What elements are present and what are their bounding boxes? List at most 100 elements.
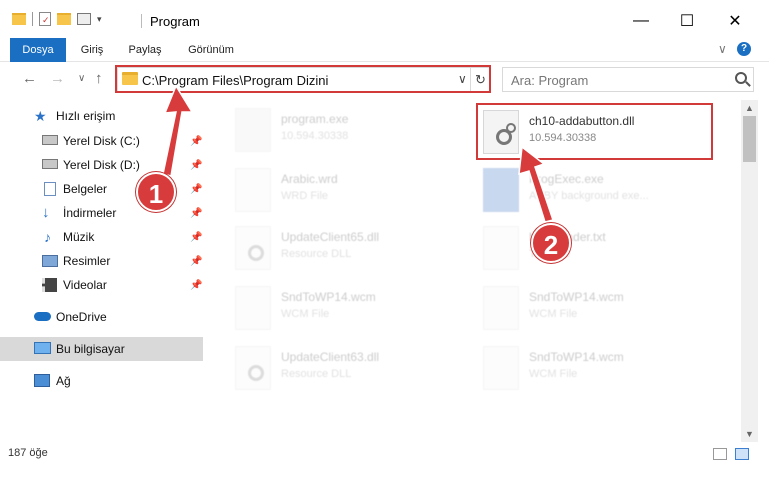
sidebar-item-label: Ağ (56, 374, 71, 388)
list-item[interactable]: SndToWP14.wcm WCM File (479, 280, 709, 336)
dll-file-icon (235, 226, 271, 270)
pin-icon[interactable]: 📌 (190, 232, 202, 243)
tab-share[interactable]: Paylaş (122, 38, 168, 62)
scroll-down-icon[interactable]: ▼ (741, 426, 758, 442)
file-detail: ABBY background exe... (529, 190, 649, 202)
search-input[interactable]: Ara: Program (502, 67, 754, 92)
list-item[interactable]: ProgExec.exe ABBY background exe... (479, 162, 709, 218)
forward-button[interactable]: → (50, 70, 65, 87)
dll-file-icon (235, 346, 271, 390)
sidebar-item-label: Hızlı erişim (56, 109, 116, 123)
sidebar-item-music[interactable]: ♪ Müzik 📌 (0, 225, 203, 249)
sidebar-item-onedrive[interactable]: OneDrive (0, 305, 203, 329)
ribbon-tabs: Dosya Giriş Paylaş Görünüm ∨ ? (0, 38, 769, 94)
sidebar-item-pictures[interactable]: Resimler 📌 (0, 249, 203, 273)
new-folder-icon[interactable] (57, 13, 71, 25)
file-name: UpdateClient65.dll (281, 230, 380, 244)
search-placeholder: Ara: Program (511, 73, 589, 88)
sidebar-item-local-disk-c[interactable]: Yerel Disk (C:) 📌 (0, 129, 203, 153)
computer-icon (34, 342, 51, 354)
exe-file-icon (235, 108, 271, 152)
quick-access-toolbar: ✓ ▾ (12, 12, 102, 26)
sidebar-item-quick-access[interactable]: ★ Hızlı erişim (0, 104, 203, 128)
drive-icon (42, 159, 58, 169)
window-title: Program (150, 14, 200, 29)
minimize-button[interactable]: — (618, 6, 664, 36)
gear-icon (248, 365, 264, 381)
list-item[interactable]: program.exe 10.594.30338 (231, 102, 461, 158)
file-name: SndToWP14.wcm (529, 290, 624, 304)
sidebar-item-videos[interactable]: Videolar 📌 (0, 273, 203, 297)
divider (141, 14, 142, 28)
file-name: SndToWP14.wcm (281, 290, 376, 304)
music-icon: ♪ (44, 229, 51, 245)
scroll-thumb[interactable] (743, 116, 756, 162)
download-icon: ↓ (42, 204, 50, 221)
file-detail: WRD File (281, 190, 329, 202)
sidebar-item-local-disk-d[interactable]: Yerel Disk (D:) 📌 (0, 153, 203, 177)
star-icon: ★ (34, 108, 47, 124)
sidebar-item-label: Müzik (63, 230, 95, 244)
pin-icon[interactable]: 📌 (190, 184, 202, 195)
sidebar-item-label: Resimler (63, 254, 111, 268)
sidebar-item-downloads[interactable]: ↓ İndirmeler 📌 (0, 201, 203, 225)
search-icon[interactable] (735, 72, 747, 84)
sidebar-item-label: Yerel Disk (D:) (63, 158, 140, 172)
list-item[interactable]: UpdateClient63.dll Resource DLL (231, 340, 461, 396)
file-detail: WCM File (281, 308, 330, 320)
up-button[interactable]: ↑ (95, 70, 103, 87)
exe-file-icon (483, 168, 519, 212)
details-view-icon[interactable] (713, 448, 727, 460)
step-badge-1: 1 (136, 172, 176, 212)
file-icon (483, 286, 519, 330)
file-detail: 10.594.30338 (281, 130, 349, 142)
list-item[interactable]: SndToWP14.wcm WCM File (479, 340, 709, 396)
pin-icon[interactable]: 📌 (190, 256, 202, 267)
large-icons-view-icon[interactable] (735, 448, 749, 460)
sidebar-item-label: OneDrive (56, 310, 107, 324)
file-name: SndToWP14.wcm (529, 350, 624, 364)
properties-icon[interactable]: ✓ (39, 12, 51, 26)
step-badge-2: 2 (531, 223, 571, 263)
back-button[interactable]: ← (22, 70, 37, 87)
sidebar-item-label: İndirmeler (63, 206, 117, 220)
list-item[interactable]: hwnReader.txt TXT File (479, 220, 709, 276)
tab-home[interactable]: Giriş (72, 38, 112, 62)
pin-icon[interactable]: 📌 (190, 136, 202, 147)
recent-locations-button[interactable]: ∨ (78, 73, 85, 84)
pin-icon[interactable]: 📌 (190, 280, 202, 291)
gear-icon (248, 245, 264, 261)
tab-view[interactable]: Görünüm (180, 38, 242, 62)
sidebar-item-label: Bu bilgisayar (56, 342, 125, 356)
help-icon[interactable]: ? (737, 42, 751, 56)
view-options-icon[interactable] (77, 13, 91, 25)
sidebar-item-this-pc[interactable]: Bu bilgisayar (0, 337, 203, 361)
list-item[interactable]: UpdateClient65.dll Resource DLL (231, 220, 461, 276)
pin-icon[interactable]: 📌 (190, 160, 202, 171)
file-name: ProgExec.exe (529, 172, 604, 186)
documents-icon (44, 182, 56, 196)
pin-icon[interactable]: 📌 (190, 208, 202, 219)
file-icon (235, 168, 271, 212)
vertical-scrollbar[interactable]: ▲ ▼ (741, 100, 758, 442)
list-item[interactable]: SndToWP14.wcm WCM File (231, 280, 461, 336)
ribbon-collapse-icon[interactable]: ∨ (718, 42, 727, 56)
sidebar-item-network[interactable]: Ağ (0, 369, 203, 393)
file-icon (483, 346, 519, 390)
file-detail: Resource DLL (281, 248, 352, 260)
file-highlight-box (476, 103, 713, 160)
videos-icon (42, 278, 57, 292)
qat-dropdown-icon[interactable]: ▾ (97, 14, 102, 25)
network-icon (34, 374, 50, 387)
file-name: UpdateClient63.dll (281, 350, 380, 364)
close-button[interactable]: ✕ (712, 6, 758, 36)
divider (32, 12, 33, 26)
file-detail: WCM File (529, 308, 578, 320)
maximize-button[interactable]: ☐ (664, 6, 710, 36)
drive-icon (42, 135, 58, 145)
file-icon (235, 286, 271, 330)
file-name: program.exe (281, 112, 349, 126)
list-item[interactable]: Arabic.wrd WRD File (231, 162, 461, 218)
scroll-up-icon[interactable]: ▲ (741, 100, 758, 116)
navigation-pane: ★ Hızlı erişim Yerel Disk (C:) 📌 Yerel D… (0, 100, 205, 442)
